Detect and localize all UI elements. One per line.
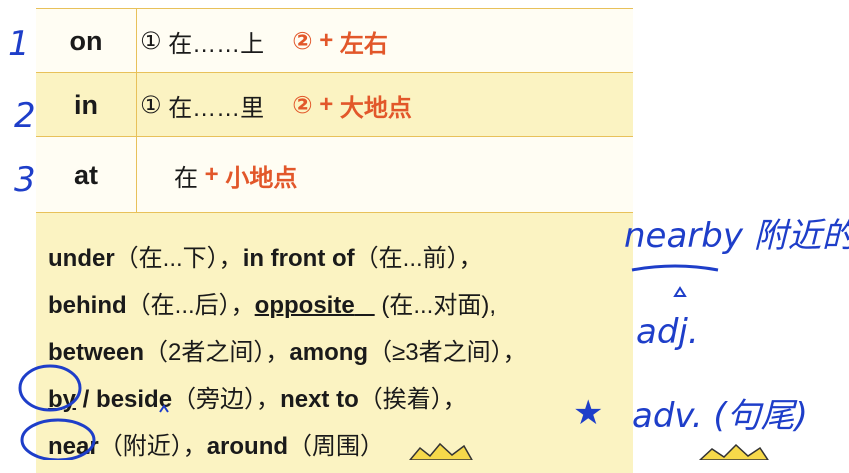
hand-number-2: 2 bbox=[14, 96, 36, 136]
hand-number-1: 1 bbox=[8, 24, 30, 64]
star-icon: ★ bbox=[573, 393, 604, 433]
hand-note-nearby: nearby 附近的 bbox=[624, 216, 849, 256]
hand-number-3: 3 bbox=[14, 160, 36, 200]
hand-note-adv: adv. (句尾) bbox=[632, 396, 808, 436]
hand-note-adj: adj. bbox=[636, 312, 699, 352]
slide-page: on ① 在……上 ② + 左右 in ① 在……里 ② + 大地点 at 在 … bbox=[0, 0, 849, 473]
